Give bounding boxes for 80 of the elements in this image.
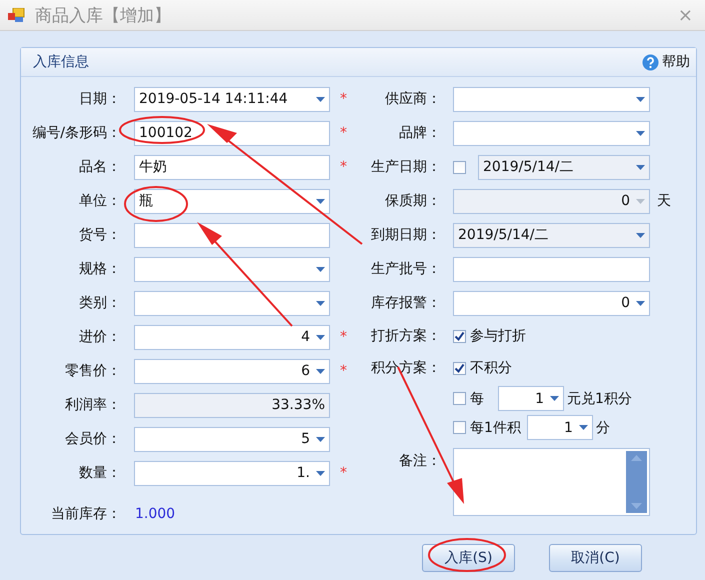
dropdown-arrow-icon[interactable] — [578, 425, 588, 430]
field-label: 编号/条形码： — [31, 124, 121, 142]
field-label: 打折方案： — [370, 327, 441, 345]
field-label: 规格： — [78, 260, 121, 278]
field-label: 库存报警： — [370, 294, 441, 312]
field-label: 当前库存： — [50, 505, 121, 523]
dropdown-field[interactable] — [453, 120, 650, 146]
checkbox-label[interactable]: 不积分 — [470, 359, 512, 377]
dropdown-field[interactable] — [453, 86, 650, 112]
help-link[interactable]: 帮助 — [662, 53, 690, 71]
dropdown-arrow-icon[interactable] — [316, 266, 325, 272]
annotation-ellipse — [124, 186, 188, 222]
field-label: 生产批号： — [370, 260, 441, 278]
field-label: 供应商： — [384, 90, 441, 108]
dropdown-field[interactable]: 瓶 — [134, 188, 330, 214]
field-label: 类别： — [78, 294, 121, 312]
checkbox-label[interactable]: 每 — [470, 390, 484, 408]
unit-label: 元兑1积分 — [567, 390, 632, 408]
field-label: 零售价： — [64, 362, 121, 380]
dropdown-field[interactable] — [134, 256, 330, 282]
field-label: 保质期： — [384, 192, 441, 210]
required-mark: * — [340, 329, 347, 345]
field-label: 到期日期： — [370, 226, 441, 244]
dropdown-field[interactable]: 6 — [134, 358, 330, 384]
checkbox[interactable] — [453, 362, 466, 374]
field-label: 日期： — [78, 90, 121, 108]
dropdown-arrow-icon[interactable] — [316, 198, 325, 204]
dropdown-arrow-icon[interactable] — [316, 368, 325, 374]
dialog-button[interactable]: 入库(S) — [422, 544, 515, 572]
app-icon — [8, 8, 25, 22]
required-mark: * — [340, 363, 347, 379]
dropdown-field[interactable]: 1. — [134, 460, 330, 486]
required-mark: * — [340, 125, 347, 141]
field-label: 数量： — [78, 464, 121, 482]
checkbox[interactable] — [453, 421, 466, 434]
panel-title: 入库信息 — [33, 53, 90, 71]
required-mark: * — [340, 465, 347, 481]
dropdown-arrow-icon[interactable] — [636, 130, 645, 136]
dropdown-arrow-icon[interactable] — [316, 470, 325, 476]
dropdown-arrow-icon[interactable] — [316, 300, 325, 306]
dropdown-arrow-icon[interactable] — [316, 334, 325, 340]
field-label: 品名： — [78, 158, 121, 176]
checkbox[interactable] — [453, 392, 466, 405]
checkbox[interactable] — [453, 330, 466, 342]
dropdown-arrow-icon[interactable] — [316, 96, 325, 102]
dropdown-field[interactable]: 4 — [134, 324, 330, 350]
checkbox-label[interactable]: 参与打折 — [470, 327, 526, 345]
dropdown-field[interactable]: 1 — [498, 386, 564, 411]
dropdown-arrow-icon[interactable] — [636, 300, 645, 306]
text-field[interactable]: 100102 — [134, 120, 330, 146]
dropdown-arrow-icon[interactable] — [636, 96, 645, 102]
help-icon[interactable] — [642, 54, 659, 70]
text-field[interactable] — [453, 256, 650, 282]
unit-label: 天 — [657, 192, 671, 210]
unit-label: 分 — [596, 418, 610, 436]
dropdown-field[interactable]: 0 — [453, 290, 650, 316]
window-title: 商品入库【增加】 — [35, 4, 172, 26]
field-label: 利润率： — [64, 396, 121, 414]
required-mark: * — [340, 91, 347, 107]
field-label: 单位： — [78, 192, 121, 210]
dropdown-field[interactable]: 1 — [526, 415, 593, 440]
readonly-field: 33.33% — [134, 392, 330, 418]
memo-field[interactable] — [453, 448, 650, 516]
text-field[interactable]: 牛奶 — [134, 154, 330, 180]
dropdown-field[interactable]: 2019-05-14 14:11:44 — [134, 86, 330, 112]
stock-value: 1.000 — [135, 506, 176, 522]
dialog-button[interactable]: 取消(C) — [549, 544, 642, 572]
checkbox-label[interactable]: 每1件积 — [470, 418, 521, 436]
dropdown-arrow-icon[interactable] — [316, 436, 325, 442]
field-label: 备注： — [398, 452, 441, 470]
field-label: 进价： — [78, 328, 121, 346]
field-label: 生产日期： — [370, 158, 441, 176]
field-label: 品牌： — [398, 124, 441, 142]
dropdown-arrow-icon[interactable] — [550, 396, 559, 401]
field-label: 货号： — [78, 226, 121, 244]
required-mark: * — [340, 159, 347, 175]
dropdown-field[interactable] — [134, 290, 330, 316]
text-field[interactable] — [134, 222, 330, 248]
field-label: 会员价： — [64, 430, 121, 448]
dropdown-field[interactable]: 5 — [134, 426, 330, 452]
